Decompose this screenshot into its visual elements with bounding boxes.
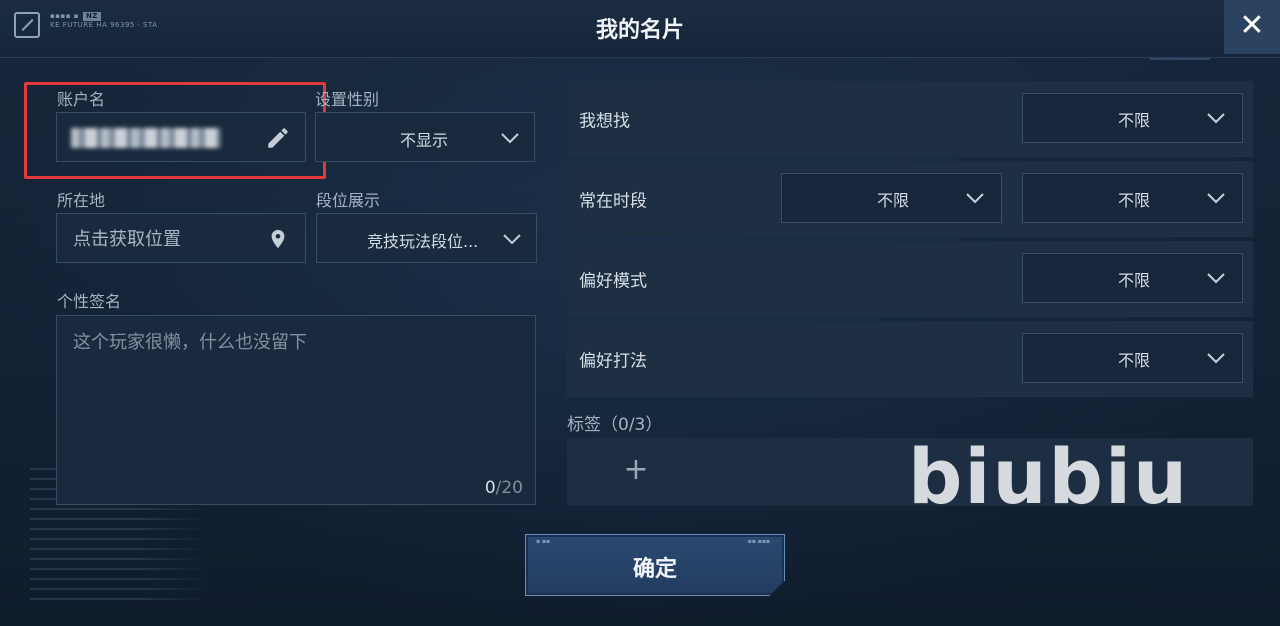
- pref-mode-select[interactable]: 不限: [1022, 253, 1243, 303]
- pref-row-preferred-mode: 偏好模式 不限: [567, 241, 1253, 317]
- signature-textarea[interactable]: 这个玩家很懒，什么也没留下 0/20: [56, 315, 536, 505]
- pref-active-time-end-select[interactable]: 不限: [1022, 173, 1243, 223]
- gender-label: 设置性别: [315, 90, 380, 109]
- gender-select[interactable]: 不显示: [315, 112, 535, 162]
- pref-mode-value: 不限: [1118, 271, 1151, 290]
- signature-char-count: 0/20: [485, 478, 523, 498]
- location-pin-icon[interactable]: [267, 226, 289, 252]
- pref-active-time-end-value: 不限: [1118, 191, 1151, 210]
- close-button[interactable]: ✕: [1224, 0, 1280, 54]
- pref-looking-for-label: 我想找: [579, 111, 630, 132]
- location-field[interactable]: 点击获取位置: [56, 213, 306, 263]
- location-label: 所在地: [57, 191, 106, 210]
- chevron-down-icon: [1207, 193, 1225, 204]
- page-title: 我的名片: [595, 18, 684, 43]
- chevron-down-icon: [966, 193, 984, 204]
- pref-looking-for-select[interactable]: 不限: [1022, 93, 1243, 143]
- location-placeholder: 点击获取位置: [73, 229, 181, 250]
- watermark: biubiu: [908, 432, 1190, 521]
- button-corner-deco: ▪ ▪▪: [536, 538, 551, 545]
- chevron-down-icon: [1207, 273, 1225, 284]
- confirm-button[interactable]: ▪ ▪▪ ▪▪ ▪▪▪ 确定: [525, 534, 785, 596]
- pref-style-value: 不限: [1118, 351, 1151, 370]
- plus-icon: +: [623, 452, 649, 487]
- rank-display-label: 段位展示: [316, 191, 381, 210]
- pref-active-time-label: 常在时段: [579, 191, 647, 212]
- pref-active-time-start-select[interactable]: 不限: [781, 173, 1002, 223]
- pref-looking-for-value: 不限: [1118, 111, 1151, 130]
- rank-display-value: 竞技玩法段位...: [367, 232, 479, 251]
- char-count-current: 0: [484, 478, 496, 498]
- pref-active-time-start-value: 不限: [877, 191, 910, 210]
- chevron-down-icon: [1207, 353, 1225, 364]
- chevron-down-icon: [501, 133, 519, 144]
- pref-style-select[interactable]: 不限: [1022, 333, 1243, 383]
- rank-display-select[interactable]: 竞技玩法段位...: [316, 213, 537, 263]
- pref-style-label: 偏好打法: [579, 351, 647, 372]
- button-corner-deco: ▪▪ ▪▪▪: [747, 538, 770, 545]
- highlight-annotation: [24, 82, 326, 179]
- chevron-down-icon: [503, 234, 521, 245]
- confirm-label: 确定: [632, 557, 677, 582]
- char-count-max: /20: [495, 478, 523, 498]
- signature-label: 个性签名: [57, 292, 122, 311]
- add-tag-button[interactable]: +: [617, 450, 655, 492]
- pref-row-looking-for: 我想找 不限: [567, 81, 1253, 157]
- top-bar: ▪▪▪▪ ▪ NZ KE FUTURE HA 96395 · STA 我的名片 ✕: [0, 0, 1280, 58]
- signature-placeholder: 这个玩家很懒，什么也没留下: [73, 332, 307, 353]
- decorative-line: [1150, 58, 1210, 60]
- pref-mode-label: 偏好模式: [579, 271, 647, 292]
- tags-label: 标签（0/3）: [567, 415, 663, 435]
- pref-row-preferred-style: 偏好打法 不限: [567, 321, 1253, 397]
- pref-row-active-time: 常在时段 不限 不限: [567, 161, 1253, 237]
- close-icon: ✕: [1239, 8, 1265, 43]
- gender-value: 不显示: [400, 131, 449, 150]
- chevron-down-icon: [1207, 113, 1225, 124]
